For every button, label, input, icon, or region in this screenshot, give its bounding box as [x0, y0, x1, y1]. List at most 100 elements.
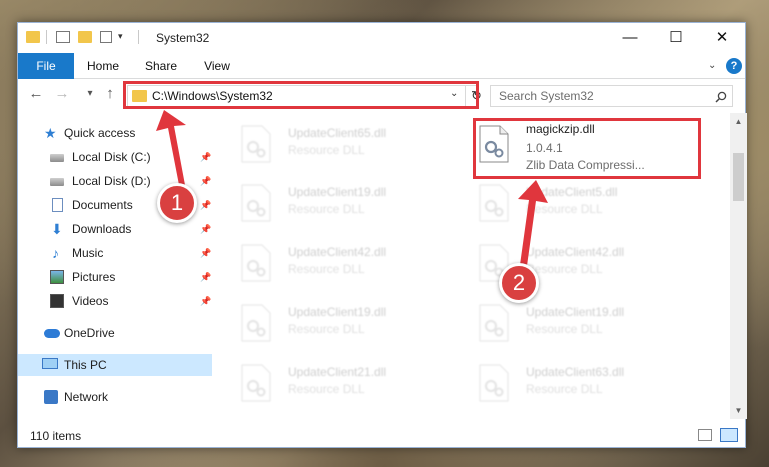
sidebar-item-label: This PC [64, 358, 107, 372]
sidebar-item-videos[interactable]: Videos 📌 [18, 290, 212, 312]
list-item[interactable]: UpdateClient63.dll Resource DLL [478, 360, 678, 412]
file-name: UpdateClient19.dll [288, 305, 387, 319]
dll-file-icon [241, 364, 271, 402]
item-count: 110 items [30, 429, 82, 443]
file-name: UpdateClient65.dll [288, 126, 387, 140]
file-type: Resource DLL [288, 143, 365, 157]
sidebar-item-label: Network [64, 390, 109, 404]
scroll-up-arrow-icon[interactable]: ▲ [730, 113, 747, 130]
dll-file-icon [241, 184, 271, 222]
sidebar-item-onedrive[interactable]: OneDrive [18, 322, 212, 344]
file-highlight-box [473, 118, 701, 179]
status-bar: 110 items [18, 423, 745, 447]
details-view-icon[interactable] [698, 429, 712, 441]
file-type: Resource DLL [288, 262, 365, 276]
dll-file-icon [479, 184, 509, 222]
toolbar-separator [46, 30, 47, 44]
back-arrow-icon[interactable]: ← [26, 85, 46, 102]
sidebar-item-label: Videos [72, 294, 109, 308]
new-folder-icon[interactable] [78, 31, 92, 43]
list-item[interactable]: UpdateClient19.dll Resource DLL [478, 300, 678, 352]
search-box[interactable]: Search System32 [490, 85, 733, 107]
search-icon[interactable] [715, 88, 727, 106]
sidebar-item-pictures[interactable]: Pictures 📌 [18, 266, 212, 288]
file-name: UpdateClient42.dll [526, 245, 625, 259]
download-icon: ⬇ [51, 221, 63, 237]
sidebar-item-music[interactable]: ♪ Music 📌 [18, 242, 212, 264]
documents-icon [52, 198, 63, 212]
window-title: System32 [156, 31, 210, 45]
tiles-view-icon[interactable] [720, 428, 738, 442]
drive-icon [50, 154, 64, 162]
maximize-button[interactable]: ☐ [653, 23, 699, 53]
sidebar-item-quick-access[interactable]: ★ Quick access [18, 122, 212, 144]
pin-icon[interactable]: 📌 [200, 146, 211, 168]
step-badge-1: 1 [157, 183, 197, 223]
dll-file-icon [241, 125, 271, 163]
pin-icon[interactable]: 📌 [200, 218, 211, 240]
sidebar-item-this-pc[interactable]: This PC [18, 354, 212, 376]
sidebar-item-label: Local Disk (D:) [72, 174, 151, 188]
sidebar-item-label: OneDrive [64, 326, 115, 340]
network-icon [44, 390, 58, 404]
list-item[interactable]: UpdateClient19.dll Resource DLL [240, 180, 440, 232]
pin-icon[interactable]: 📌 [200, 170, 211, 192]
search-input[interactable]: Search System32 [499, 89, 594, 103]
sidebar-item-local-disk-c[interactable]: Local Disk (C:) 📌 [18, 146, 212, 168]
tab-home[interactable]: Home [80, 53, 126, 79]
sidebar-item-network[interactable]: Network [18, 386, 212, 408]
tab-share[interactable]: Share [138, 53, 184, 79]
pictures-icon [50, 270, 64, 284]
scrollbar-thumb[interactable] [733, 153, 744, 201]
recent-locations-icon[interactable]: ▾ [80, 88, 100, 99]
sidebar-item-label: Downloads [72, 222, 132, 236]
title-bar: ▾ System32 — ☐ ✕ [18, 23, 745, 53]
file-name: UpdateClient19.dll [288, 185, 387, 199]
customize-icon[interactable] [100, 31, 112, 43]
folder-icon [26, 31, 40, 43]
pin-icon[interactable]: 📌 [200, 290, 211, 312]
file-type: Resource DLL [288, 202, 365, 216]
pin-icon[interactable]: 📌 [200, 266, 211, 288]
dll-file-icon [479, 364, 509, 402]
dll-file-icon [479, 304, 509, 342]
step-badge-2: 2 [499, 263, 539, 303]
title-separator [138, 30, 139, 44]
pin-icon[interactable]: 📌 [200, 242, 211, 264]
address-highlight-box [123, 81, 479, 109]
pin-icon[interactable]: 📌 [200, 194, 211, 216]
vertical-scrollbar[interactable]: ▲ ▼ [730, 113, 747, 419]
tab-file[interactable]: File [18, 53, 74, 79]
list-item[interactable]: UpdateClient19.dll Resource DLL [240, 300, 440, 352]
sidebar-item-label: Music [72, 246, 104, 260]
expand-ribbon-chevron-icon[interactable]: ⌄ [708, 60, 716, 71]
file-name: UpdateClient5.dll [526, 185, 618, 199]
file-type: Resource DLL [526, 262, 603, 276]
sidebar-item-label: Local Disk (C:) [72, 150, 151, 164]
file-name: UpdateClient42.dll [288, 245, 387, 259]
minimize-button[interactable]: — [607, 23, 653, 53]
list-item[interactable]: UpdateClient5.dll Resource DLL [478, 180, 678, 232]
dll-file-icon [241, 244, 271, 282]
ribbon-tabs: File Home Share View ⌄ ? [18, 53, 745, 79]
tab-view[interactable]: View [194, 53, 240, 79]
forward-arrow-icon[interactable]: → [52, 85, 72, 102]
list-item[interactable]: UpdateClient65.dll Resource DLL [240, 121, 440, 173]
music-icon: ♪ [52, 245, 59, 261]
file-type: Resource DLL [526, 382, 603, 396]
customize-toolbar-arrow-icon[interactable]: ▾ [118, 31, 123, 42]
drive-icon [50, 178, 64, 186]
videos-icon [50, 294, 64, 308]
file-type: Resource DLL [526, 202, 603, 216]
scroll-down-arrow-icon[interactable]: ▼ [730, 402, 747, 419]
list-item[interactable]: UpdateClient21.dll Resource DLL [240, 360, 440, 412]
close-button[interactable]: ✕ [699, 23, 745, 53]
up-arrow-icon[interactable]: ↑ [100, 85, 120, 102]
sidebar-item-label: Quick access [64, 126, 136, 140]
list-item[interactable]: UpdateClient42.dll Resource DLL [240, 240, 440, 292]
properties-icon[interactable] [56, 31, 70, 43]
sidebar-item-label: Pictures [72, 270, 116, 284]
computer-icon [42, 358, 58, 369]
file-type: Resource DLL [526, 322, 603, 336]
help-icon[interactable]: ? [726, 58, 742, 74]
